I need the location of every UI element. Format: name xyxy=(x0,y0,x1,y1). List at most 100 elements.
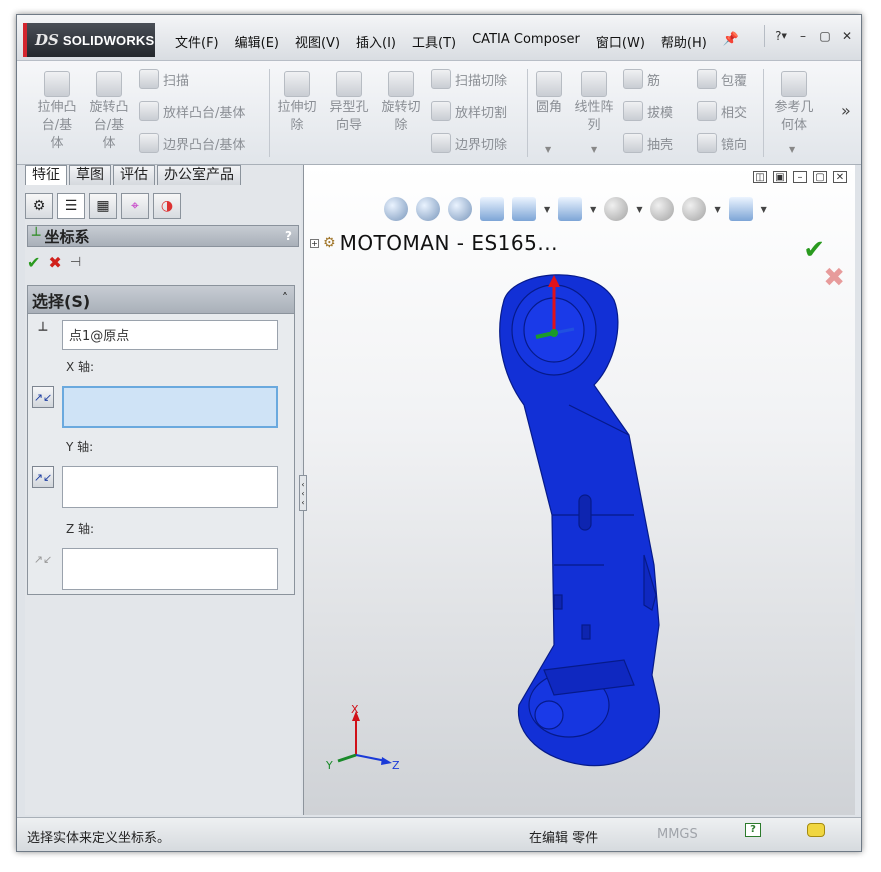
axis-triad[interactable]: X Y Z xyxy=(324,705,404,775)
view-orientation-dropdown-icon[interactable]: ▼ xyxy=(544,205,550,214)
loft-boss-label: 放样凸台/基体 xyxy=(163,105,246,121)
x-axis-label: X 轴: xyxy=(66,360,95,374)
unit-system-button[interactable]: MMGS xyxy=(657,827,698,842)
menu-window[interactable]: 窗口(W) xyxy=(588,29,653,54)
y-axis-direction-icon[interactable]: ↗↙ xyxy=(32,466,54,488)
single-view-icon[interactable]: ▣ xyxy=(773,171,787,183)
tab-features[interactable]: 特征 xyxy=(25,165,67,185)
expand-plus-icon[interactable]: + xyxy=(310,238,319,248)
lofted-cut-label: 放样切割 xyxy=(455,105,508,121)
menu-catia-composer[interactable]: CATIA Composer xyxy=(464,29,588,54)
menu-view[interactable]: 视图(V) xyxy=(287,29,348,54)
x-axis-field[interactable] xyxy=(62,386,278,428)
view-settings-icon[interactable] xyxy=(728,197,753,221)
collapse-chevron-icon[interactable]: ˄ xyxy=(282,291,288,305)
restore-icon[interactable]: ▢ xyxy=(815,26,835,46)
extrude-cut-button[interactable]: 拉伸切 除 xyxy=(273,71,321,135)
close-icon[interactable]: ✕ xyxy=(833,171,847,183)
rib-label: 筋 xyxy=(647,73,661,89)
tab-evaluate[interactable]: 评估 xyxy=(113,165,155,185)
restore-icon[interactable]: ▢ xyxy=(813,171,827,183)
split-view-icon[interactable]: ◫ xyxy=(753,171,767,183)
x-axis-direction-icon[interactable]: ↗↙ xyxy=(32,386,54,408)
hole-wizard-button[interactable]: 异型孔 向导 xyxy=(325,71,373,135)
z-axis-direction-icon[interactable]: ↗↙ xyxy=(32,548,54,570)
ok-checkmark-icon[interactable]: ✔ xyxy=(27,253,40,272)
intersect-button[interactable]: 相交 xyxy=(697,101,747,121)
previous-view-icon[interactable] xyxy=(448,197,472,221)
view-orientation-icon[interactable] xyxy=(512,197,536,221)
robot-arm-model[interactable] xyxy=(484,265,704,775)
fillet-dropdown-icon[interactable]: ▼ xyxy=(545,145,551,154)
apply-scene-dropdown-icon[interactable]: ▼ xyxy=(714,205,720,214)
reference-geometry-icon xyxy=(781,71,807,97)
minimize-icon[interactable]: – xyxy=(793,171,807,183)
tab-sketch[interactable]: 草图 xyxy=(69,165,111,185)
revolve-boss-button[interactable]: 旋转凸 台/基 体 xyxy=(85,71,133,153)
menu-help[interactable]: 帮助(H) xyxy=(653,29,715,54)
wrap-button[interactable]: 包覆 xyxy=(697,69,747,89)
fillet-button[interactable]: 圆角 xyxy=(529,71,569,117)
apply-scene-icon[interactable] xyxy=(682,197,707,221)
graphics-viewport[interactable]: ‹ ‹ ‹ ◫ ▣ – ▢ ✕ ▼ ▼ ▼ ▼ ▼ + ⚙ MOTOMAN - … xyxy=(299,165,855,815)
zoom-to-area-icon[interactable] xyxy=(416,197,440,221)
zoom-to-fit-icon[interactable] xyxy=(384,197,408,221)
loft-boss-button[interactable]: 放样凸台/基体 xyxy=(139,101,245,121)
selection-group-header[interactable]: 选择(S) ˄ xyxy=(28,286,294,314)
pushpin-icon[interactable]: ⊣ xyxy=(70,255,81,270)
linear-pattern-button[interactable]: 线性阵 列 xyxy=(569,71,619,135)
pin-menu-icon[interactable]: 📌 xyxy=(715,29,747,54)
z-axis-field[interactable] xyxy=(62,548,278,590)
reference-geometry-button[interactable]: 参考几 何体 xyxy=(769,71,819,135)
lofted-cut-button[interactable]: 放样切割 xyxy=(431,101,507,121)
cancel-x-icon[interactable]: ✖ xyxy=(48,253,61,272)
panel-splitter-handle[interactable]: ‹ ‹ ‹ xyxy=(299,475,307,511)
quick-tips-help-icon[interactable]: ? xyxy=(745,823,761,837)
menu-edit[interactable]: 编辑(E) xyxy=(227,29,287,54)
tab-office-products[interactable]: 办公室产品 xyxy=(157,165,241,185)
dimxpert-manager-icon[interactable]: ⌖ xyxy=(121,193,149,219)
display-style-icon[interactable] xyxy=(558,197,583,221)
y-axis-field[interactable] xyxy=(62,466,278,508)
extrude-boss-button[interactable]: 拉伸凸 台/基 体 xyxy=(33,71,81,153)
confirm-ok-icon[interactable]: ✔ xyxy=(803,235,825,265)
y-axis-label: Y 轴: xyxy=(66,440,94,454)
menu-insert[interactable]: 插入(I) xyxy=(348,29,404,54)
boundary-cut-button[interactable]: 边界切除 xyxy=(431,133,507,153)
view-settings-dropdown-icon[interactable]: ▼ xyxy=(761,205,767,214)
revolve-cut-button[interactable]: 旋转切 除 xyxy=(377,71,425,135)
shell-label: 抽壳 xyxy=(647,137,674,153)
solidworks-logo[interactable]: DS SOLIDWORKS xyxy=(23,23,155,57)
close-icon[interactable]: ✕ xyxy=(837,26,857,46)
menu-file[interactable]: 文件(F) xyxy=(167,29,227,54)
hide-show-dropdown-icon[interactable]: ▼ xyxy=(636,205,642,214)
pattern-dropdown-icon[interactable]: ▼ xyxy=(591,145,597,154)
origin-field[interactable]: 点1@原点 xyxy=(62,320,278,350)
feature-manager-icon[interactable]: ⚙ xyxy=(25,193,53,219)
minimize-icon[interactable]: – xyxy=(793,26,813,46)
help-dropdown-icon[interactable]: ? ▼ xyxy=(771,26,791,46)
mirror-label: 镜向 xyxy=(721,137,748,153)
flyout-feature-tree[interactable]: + ⚙ MOTOMAN - ES165... xyxy=(310,231,558,255)
boundary-boss-button[interactable]: 边界凸台/基体 xyxy=(139,133,245,153)
hide-show-items-icon[interactable] xyxy=(604,197,629,221)
mirror-button[interactable]: 镜向 xyxy=(697,133,747,153)
menu-tools[interactable]: 工具(T) xyxy=(404,29,464,54)
sweep-button[interactable]: 扫描 xyxy=(139,69,189,89)
help-icon[interactable]: ? xyxy=(285,229,292,243)
display-style-dropdown-icon[interactable]: ▼ xyxy=(590,205,596,214)
rib-button[interactable]: 筋 xyxy=(623,69,660,89)
edit-appearance-icon[interactable] xyxy=(650,197,675,221)
toolbar-overflow-icon[interactable]: » xyxy=(841,101,851,120)
tag-icon[interactable] xyxy=(807,823,825,837)
x-axis-row: ↗↙ xyxy=(32,386,278,428)
property-manager-icon[interactable]: ☰ xyxy=(57,193,85,219)
shell-button[interactable]: 抽壳 xyxy=(623,133,673,153)
confirm-cancel-icon[interactable]: ✖ xyxy=(823,263,845,293)
section-view-icon[interactable] xyxy=(480,197,504,221)
reference-dropdown-icon[interactable]: ▼ xyxy=(789,145,795,154)
display-manager-icon[interactable]: ◑ xyxy=(153,193,181,219)
draft-button[interactable]: 拔模 xyxy=(623,101,673,121)
swept-cut-button[interactable]: 扫描切除 xyxy=(431,69,507,89)
configuration-manager-icon[interactable]: ▦ xyxy=(89,193,117,219)
